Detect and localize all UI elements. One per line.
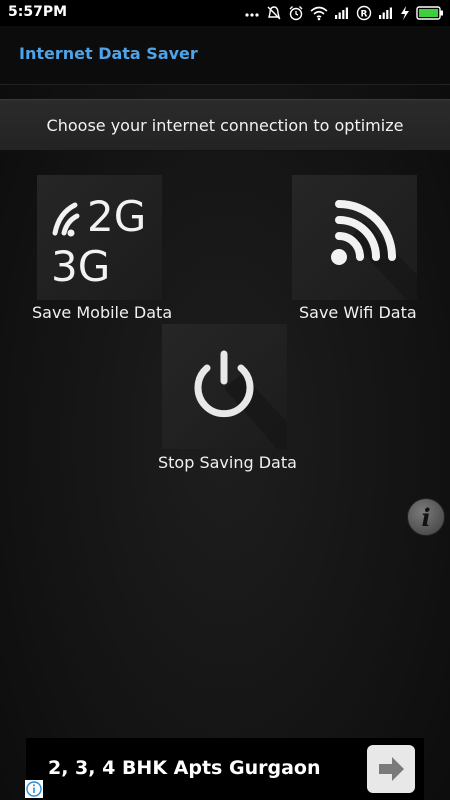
ad-banner[interactable]: 2, 3, 4 BHK Apts Gurgaon bbox=[26, 738, 424, 800]
power-icon bbox=[194, 350, 287, 449]
alarm-icon bbox=[289, 6, 303, 21]
save-mobile-data-label[interactable]: Save Mobile Data bbox=[32, 303, 172, 322]
stop-saving-data-label[interactable]: Stop Saving Data bbox=[158, 453, 297, 472]
app-title: Internet Data Saver bbox=[19, 44, 198, 63]
stop-saving-data-button[interactable] bbox=[162, 324, 287, 449]
wifi-signal-icon bbox=[331, 200, 417, 300]
status-icons: R bbox=[244, 3, 444, 23]
mobile-data-icon: 2G 3G bbox=[51, 192, 146, 291]
ad-choices-badge[interactable] bbox=[25, 780, 43, 798]
more-dots-icon bbox=[245, 13, 259, 17]
arrow-right-icon bbox=[379, 757, 404, 781]
mobile-icon-3g-text: 3G bbox=[51, 242, 110, 291]
info-icon: i bbox=[421, 502, 431, 532]
wifi-icon bbox=[310, 6, 328, 21]
save-wifi-data-label[interactable]: Save Wifi Data bbox=[299, 303, 417, 322]
save-wifi-data-button[interactable] bbox=[292, 175, 417, 300]
info-button[interactable]: i bbox=[407, 498, 445, 536]
mute-icon bbox=[267, 6, 281, 20]
ad-text[interactable]: 2, 3, 4 BHK Apts Gurgaon bbox=[48, 757, 320, 779]
status-bar: 5:57PM R bbox=[0, 0, 450, 26]
instruction-text: Choose your internet connection to optim… bbox=[46, 115, 404, 135]
charging-icon bbox=[401, 6, 409, 20]
r-badge-icon: R bbox=[356, 5, 372, 21]
instruction-banner: Choose your internet connection to optim… bbox=[0, 99, 450, 151]
status-time: 5:57PM bbox=[8, 4, 68, 20]
signal-icon bbox=[335, 7, 348, 19]
ad-arrow-button[interactable] bbox=[367, 745, 415, 793]
app-bar: Internet Data Saver bbox=[0, 26, 450, 85]
app-screen: 5:57PM R Internet Data Saver Choose your… bbox=[0, 0, 450, 800]
svg-text:R: R bbox=[361, 10, 368, 20]
save-mobile-data-button[interactable]: 2G 3G bbox=[37, 175, 162, 300]
mobile-icon-2g-text: 2G bbox=[87, 192, 146, 241]
battery-icon bbox=[416, 6, 443, 20]
ad-info-icon bbox=[26, 781, 42, 797]
signal-icon bbox=[379, 7, 392, 19]
